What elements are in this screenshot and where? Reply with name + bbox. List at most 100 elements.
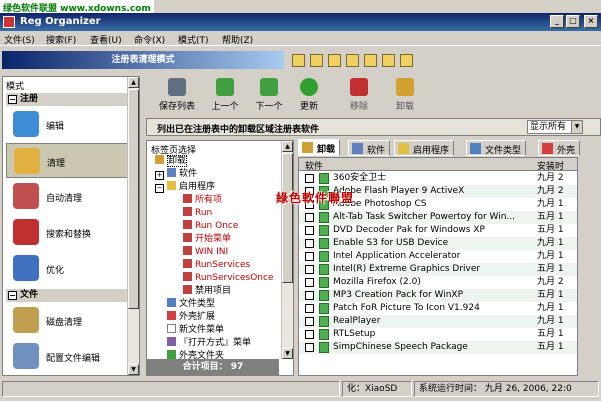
nav-clean[interactable]: 清理 (6, 143, 134, 178)
tree-node-all[interactable]: 所有项 (183, 194, 222, 206)
tree-node-uninstall[interactable]: 卸载 (155, 155, 188, 167)
table-row[interactable]: Alt-Tab Task Switcher Powertoy for Win..… (299, 211, 577, 224)
nav-optimize[interactable]: 优化 (6, 251, 134, 286)
menu-file[interactable]: 文件(S) (4, 33, 35, 46)
collapse-icon[interactable]: − (155, 184, 164, 193)
chevron-down-icon[interactable]: ▼ (571, 121, 582, 133)
close-button[interactable]: × (584, 15, 598, 28)
edit-icon (13, 111, 39, 137)
menu-search[interactable]: 搜索(F) (46, 33, 76, 46)
menu-mode[interactable]: 模式(T) (178, 33, 209, 46)
table-row[interactable]: Intel(R) Extreme Graphics Driver 五月 1 (299, 263, 577, 276)
scroll-thumb[interactable] (128, 89, 139, 309)
tree-node-win-ini[interactable]: WIN INI (183, 246, 228, 258)
tree-node-run-services-once[interactable]: RunServicesOnce (183, 272, 273, 284)
quick-icon-1[interactable] (292, 54, 305, 67)
table-row[interactable]: 360安全卫士 九月 2 (299, 172, 577, 185)
tree-node-open-with-menu[interactable]: 『打开方式』菜单 (167, 337, 251, 349)
row-checkbox[interactable] (305, 174, 314, 183)
row-checkbox[interactable] (305, 239, 314, 248)
collapse-icon[interactable]: − (8, 291, 17, 300)
quick-icon-4[interactable] (346, 54, 359, 67)
program-icon (319, 251, 329, 262)
nav-search-replace[interactable]: 搜索和替换 (6, 215, 134, 250)
row-checkbox[interactable] (305, 226, 314, 235)
column-software[interactable]: 软件 (305, 159, 323, 172)
tab-file-types[interactable]: 文件类型 (466, 140, 527, 156)
table-row[interactable]: Mozilla Firefox (2.0) 九月 2 (299, 276, 577, 289)
menu-view[interactable]: 查看(U) (90, 33, 122, 46)
menu-help[interactable]: 帮助(Z) (222, 33, 253, 46)
tree-node-run-once[interactable]: Run Once (183, 220, 238, 232)
tree-node-shell-ext[interactable]: 外壳扩展 (167, 311, 215, 323)
table-row[interactable]: Patch FoR Picture To Icon V1.924 九月 1 (299, 302, 577, 315)
tab-uninstall[interactable]: 卸载 (298, 139, 341, 156)
row-checkbox[interactable] (305, 265, 314, 274)
scroll-up-icon[interactable]: ▲ (128, 77, 139, 88)
tab-startup[interactable]: 启用程序 (394, 140, 455, 156)
expand-icon[interactable]: + (155, 171, 164, 180)
tab-software[interactable]: 软件 (348, 140, 391, 156)
uninstall-button[interactable]: 卸载 (378, 78, 432, 114)
row-checkbox[interactable] (305, 317, 314, 326)
nav-config-edit[interactable]: 配置文件编辑 (6, 339, 134, 374)
scroll-up-icon[interactable]: ▲ (282, 141, 293, 152)
minimize-button[interactable]: _ (550, 15, 564, 28)
column-install-date[interactable]: 安装时 (537, 159, 564, 172)
quick-icon-2[interactable] (310, 54, 323, 67)
tree-node-file-types[interactable]: 文件类型 (167, 298, 215, 310)
scroll-thumb[interactable] (282, 153, 293, 283)
table-row[interactable]: RealPlayer 九月 1 (299, 315, 577, 328)
filter-select[interactable]: 显示所有 ▼ (527, 120, 583, 134)
quick-icon-3[interactable] (328, 54, 341, 67)
tab-shell[interactable]: 外壳 (538, 140, 581, 156)
startup-tab-icon (398, 143, 409, 154)
row-checkbox[interactable] (305, 213, 314, 222)
save-list-button[interactable]: 保存列表 (150, 78, 204, 114)
tree-node-software[interactable]: + 软件 (155, 168, 197, 180)
nav-disk-clean[interactable]: 磁盘清理 (6, 303, 134, 338)
collapse-icon[interactable]: − (8, 95, 17, 104)
table-row[interactable]: DVD Decoder Pak for Windows XP 五月 1 (299, 224, 577, 237)
software-name: Intel(R) Extreme Graphics Driver (333, 264, 481, 274)
mode-panel-scrollbar[interactable]: ▲ ▼ (127, 77, 139, 375)
nav-edit[interactable]: 编辑 (6, 107, 134, 142)
tree-node-new-file-menu[interactable]: 新文件菜单 (167, 324, 224, 336)
quick-icon-6[interactable] (382, 54, 395, 67)
row-checkbox[interactable] (305, 278, 314, 287)
table-row[interactable]: RTLSetup 五月 1 (299, 328, 577, 341)
row-checkbox[interactable] (305, 343, 314, 352)
table-row[interactable]: Intel Application Accelerator 九月 1 (299, 250, 577, 263)
row-checkbox[interactable] (305, 252, 314, 261)
tree-node-startup[interactable]: − 启用程序 (155, 181, 215, 193)
install-date: 九月 1 (537, 199, 564, 209)
tree-node-run-services[interactable]: RunServices (183, 259, 250, 271)
nav-auto-clean[interactable]: 自动清理 (6, 179, 134, 214)
install-date: 九月 2 (537, 277, 564, 287)
tree-node-disabled[interactable]: 禁用项目 (183, 285, 231, 297)
nav-label: 配置文件编辑 (46, 354, 101, 364)
maximize-button[interactable]: □ (566, 15, 580, 28)
quick-icon-7[interactable] (400, 54, 413, 67)
tree-label: Run (195, 208, 213, 218)
row-checkbox[interactable] (305, 291, 314, 300)
quick-icon-5[interactable] (364, 54, 377, 67)
refresh-button[interactable]: 更新 (282, 78, 336, 114)
program-icon (319, 342, 329, 353)
tree-node-start-menu[interactable]: 开始菜单 (183, 233, 231, 245)
section-registry[interactable]: − 注册 (6, 93, 134, 106)
section-files[interactable]: − 文件 (6, 289, 134, 302)
tree-node-run[interactable]: Run (183, 207, 212, 219)
row-checkbox[interactable] (305, 330, 314, 339)
scroll-down-icon[interactable]: ▼ (282, 348, 293, 359)
menu-command[interactable]: 命令(X) (134, 33, 165, 46)
nav-label: 搜索和替换 (46, 230, 92, 240)
tree-scrollbar[interactable]: ▲ ▼ (281, 141, 293, 359)
table-row[interactable]: Enable S3 for USB Device 九月 1 (299, 237, 577, 250)
row-checkbox[interactable] (305, 304, 314, 313)
title-bar[interactable]: Reg Organizer _ □ × (0, 13, 601, 31)
scroll-down-icon[interactable]: ▼ (128, 364, 139, 375)
table-row[interactable]: SimpChinese Speech Package 五月 1 (299, 341, 577, 354)
install-date: 五月 1 (537, 212, 564, 222)
table-row[interactable]: MP3 Creation Pack for WinXP 五月 1 (299, 289, 577, 302)
